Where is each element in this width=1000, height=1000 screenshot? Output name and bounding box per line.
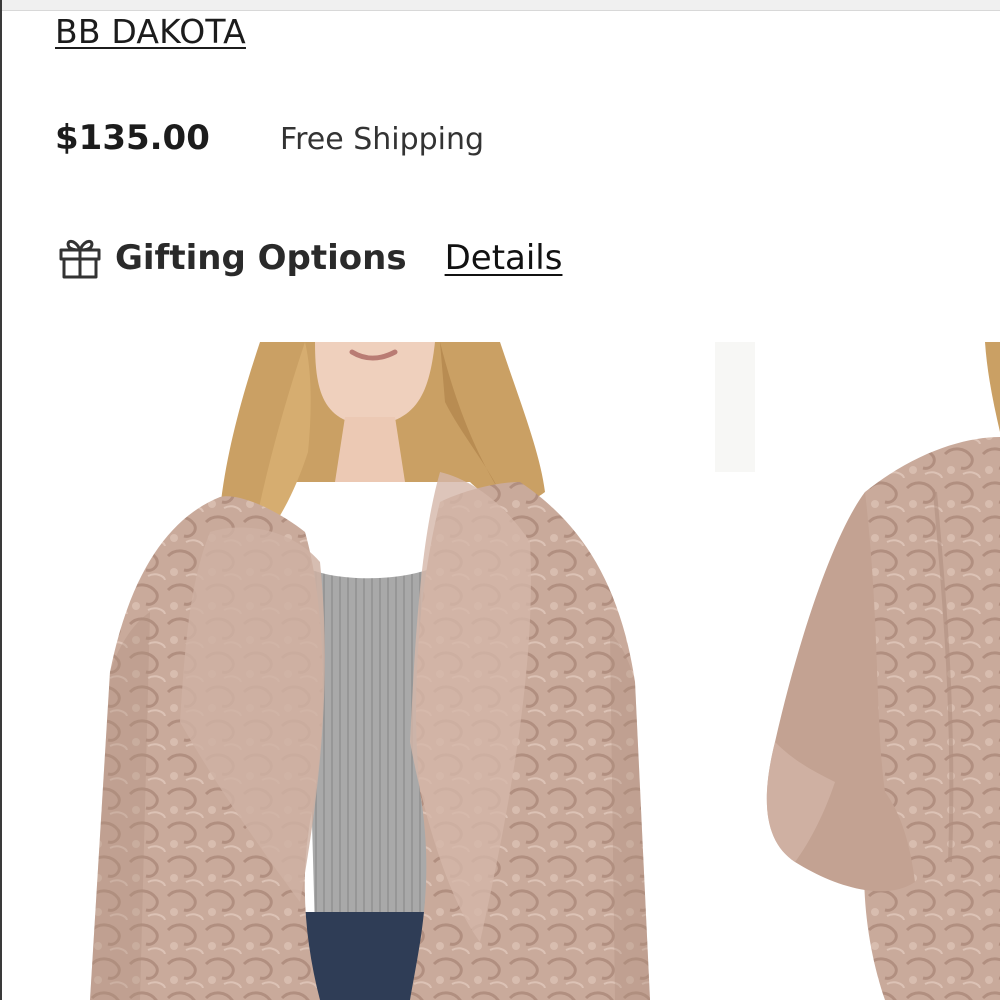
- product-image-side[interactable]: [715, 342, 1000, 1000]
- brand-link[interactable]: BB DAKOTA: [55, 12, 246, 51]
- product-image-gallery: [0, 342, 1000, 1000]
- product-image-front[interactable]: [90, 342, 650, 1000]
- product-price: $135.00: [55, 118, 210, 158]
- gifting-options-title: Gifting Options: [115, 238, 407, 278]
- product-page: BB DAKOTA $135.00 Free Shipping Gifting …: [0, 0, 1000, 1000]
- model-front-illustration: [90, 342, 650, 1000]
- gift-icon: [57, 236, 103, 280]
- gifting-options-row: Gifting Options Details: [57, 236, 562, 280]
- price-row: $135.00 Free Shipping: [55, 118, 484, 158]
- gifting-details-link[interactable]: Details: [445, 238, 563, 278]
- top-divider: [0, 0, 1000, 11]
- shipping-label: Free Shipping: [280, 122, 485, 157]
- model-side-illustration: [715, 342, 1000, 1000]
